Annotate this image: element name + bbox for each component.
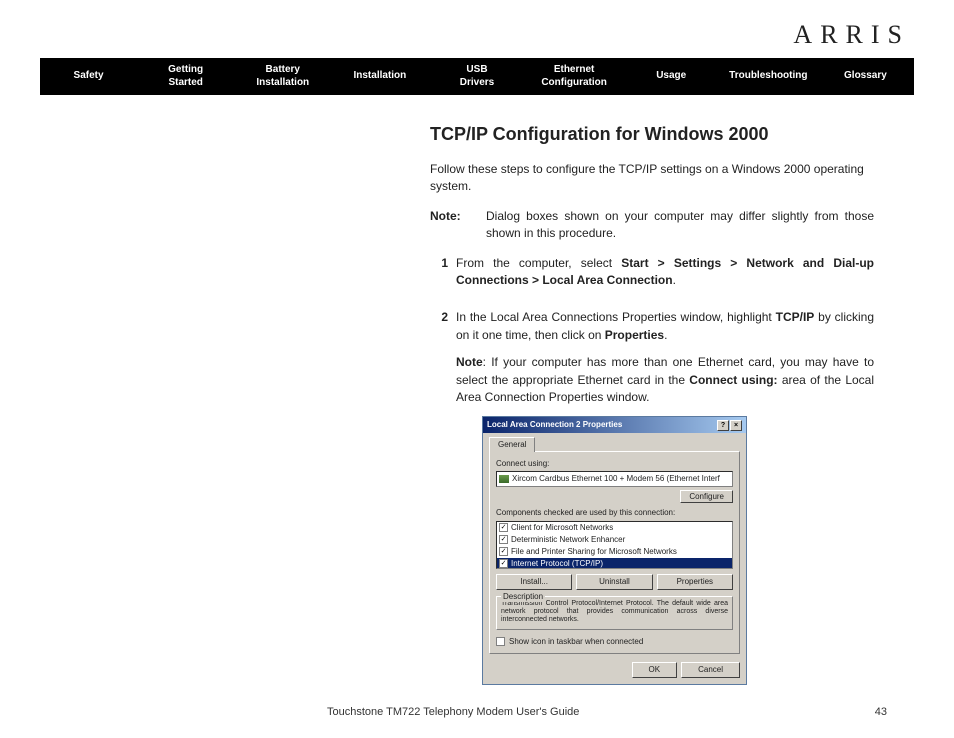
properties-button[interactable]: Properties: [657, 574, 733, 590]
page-footer: Touchstone TM722 Telephony Modem User's …: [0, 706, 954, 718]
components-list[interactable]: ✓Client for Microsoft Networks ✓Determin…: [496, 521, 733, 569]
step-2-note: Note: If your computer has more than one…: [456, 354, 874, 406]
description-group: Description Transmission Control Protoco…: [496, 596, 733, 630]
help-icon[interactable]: ?: [717, 420, 729, 431]
checkbox-icon[interactable]: ✓: [499, 535, 508, 544]
checkbox-icon[interactable]: [496, 637, 505, 646]
top-nav: Safety GettingStarted BatteryInstallatio…: [40, 58, 914, 95]
install-button[interactable]: Install...: [496, 574, 572, 590]
show-icon-row[interactable]: Show icon in taskbar when connected: [496, 636, 733, 648]
footer-title: Touchstone TM722 Telephony Modem User's …: [327, 706, 579, 718]
nav-getting-started[interactable]: GettingStarted: [137, 58, 234, 95]
properties-dialog: Local Area Connection 2 Properties ? × G…: [482, 416, 747, 685]
tab-general[interactable]: General: [489, 437, 535, 452]
nav-installation[interactable]: Installation: [331, 58, 428, 95]
page-title: TCP/IP Configuration for Windows 2000: [430, 121, 874, 147]
list-item-selected[interactable]: ✓Internet Protocol (TCP/IP): [497, 558, 732, 569]
checkbox-icon[interactable]: ✓: [499, 559, 508, 568]
step-2: 2 In the Local Area Connections Properti…: [430, 309, 874, 684]
step-1: 1 From the computer, select Start > Sett…: [430, 255, 874, 300]
step-1-number: 1: [430, 255, 448, 300]
uninstall-button[interactable]: Uninstall: [576, 574, 652, 590]
connect-using-label: Connect using:: [496, 458, 733, 470]
note-label: Note:: [430, 209, 461, 223]
nic-icon: [499, 475, 509, 483]
list-item[interactable]: ✓Client for Microsoft Networks: [497, 522, 732, 534]
step-2-text: In the Local Area Connections Properties…: [456, 309, 874, 344]
list-item[interactable]: ✓File and Printer Sharing for Microsoft …: [497, 546, 732, 558]
description-legend: Description: [501, 591, 545, 603]
nav-ethernet-configuration[interactable]: EthernetConfiguration: [526, 58, 623, 95]
note-text: Dialog boxes shown on your computer may …: [486, 208, 874, 243]
components-label: Components checked are used by this conn…: [496, 507, 733, 519]
main-content: TCP/IP Configuration for Windows 2000 Fo…: [430, 121, 874, 685]
step-2-number: 2: [430, 309, 448, 684]
checkbox-icon[interactable]: ✓: [499, 547, 508, 556]
list-item[interactable]: ✓Deterministic Network Enhancer: [497, 534, 732, 546]
close-icon[interactable]: ×: [730, 420, 742, 431]
ok-button[interactable]: OK: [632, 662, 678, 678]
nav-glossary[interactable]: Glossary: [817, 58, 914, 95]
cancel-button[interactable]: Cancel: [681, 662, 740, 678]
description-text: Transmission Control Protocol/Internet P…: [501, 600, 728, 625]
step-1-text: From the computer, select Start > Settin…: [456, 255, 874, 290]
nav-battery-installation[interactable]: BatteryInstallation: [234, 58, 331, 95]
brand-logo: ARRIS: [40, 20, 914, 50]
dialog-title: Local Area Connection 2 Properties: [487, 419, 622, 431]
nav-troubleshooting[interactable]: Troubleshooting: [720, 58, 817, 95]
configure-button[interactable]: Configure: [680, 490, 733, 503]
nav-usb-drivers[interactable]: USBDrivers: [428, 58, 525, 95]
nav-safety[interactable]: Safety: [40, 58, 137, 95]
dialog-titlebar: Local Area Connection 2 Properties ? ×: [483, 417, 746, 433]
nav-usage[interactable]: Usage: [623, 58, 720, 95]
page-number: 43: [875, 706, 887, 718]
intro-text: Follow these steps to configure the TCP/…: [430, 161, 874, 196]
adapter-combo[interactable]: Xircom Cardbus Ethernet 100 + Modem 56 (…: [496, 471, 733, 487]
note-block: Note: Dialog boxes shown on your compute…: [430, 208, 874, 243]
checkbox-icon[interactable]: ✓: [499, 523, 508, 532]
